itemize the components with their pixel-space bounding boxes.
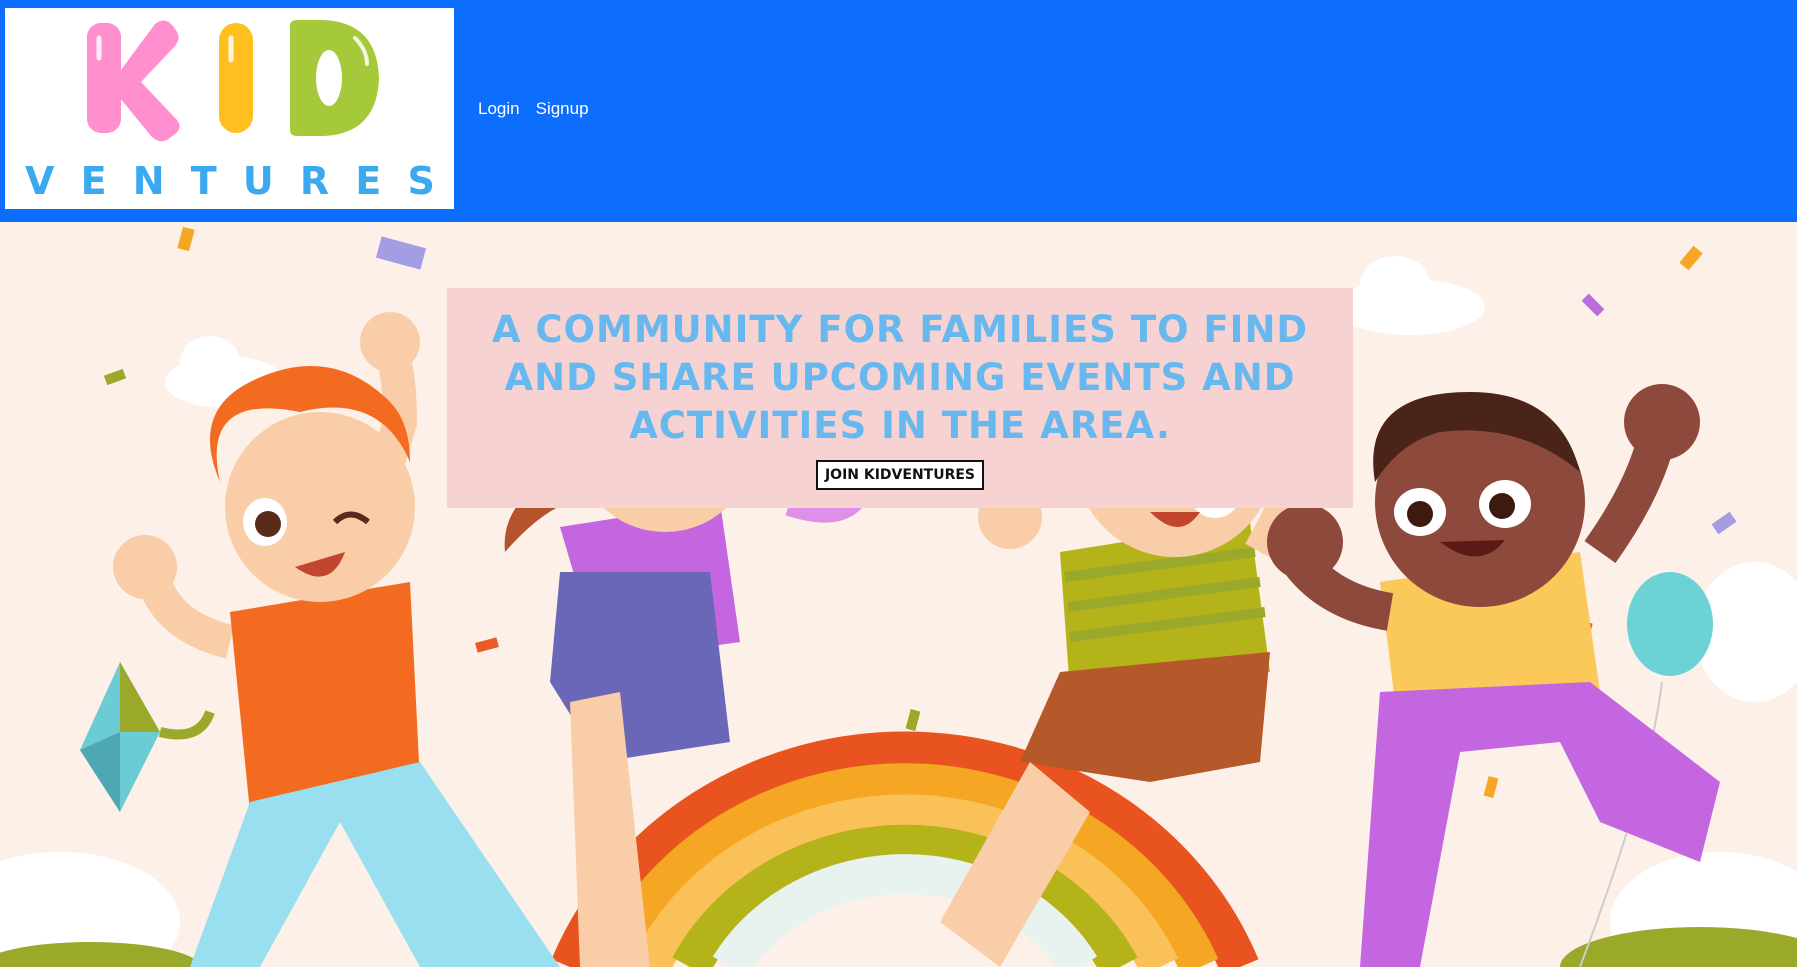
logo-letter: R [299,159,330,203]
login-link[interactable]: Login [478,98,520,120]
logo-letter-i [219,23,253,133]
top-navbar: V E N T U R E S Login Signup [0,0,1797,222]
logo-letter: U [242,159,274,203]
logo-letter: S [407,159,435,203]
logo-letter-d [290,20,379,136]
kidventures-logo[interactable]: V E N T U R E S [5,8,454,209]
hero-banner: A community for families to find and sha… [447,288,1353,508]
nav-links: Login Signup [478,98,589,120]
logo-letter: E [80,159,107,203]
signup-link[interactable]: Signup [536,98,589,120]
logo-letter: N [132,159,165,203]
join-kidventures-button[interactable]: Join KidVentures [815,460,985,490]
logo-ventures-text: V E N T U R E S [25,158,435,204]
logo-letter: V [25,159,55,203]
logo-letter: T [190,159,217,203]
hero-section: A community for families to find and sha… [0,222,1797,967]
logo-letter: E [355,159,382,203]
logo-letter-k [87,20,180,142]
logo-kid-wordmark [87,20,379,142]
hero-headline: A community for families to find and sha… [491,308,1309,447]
